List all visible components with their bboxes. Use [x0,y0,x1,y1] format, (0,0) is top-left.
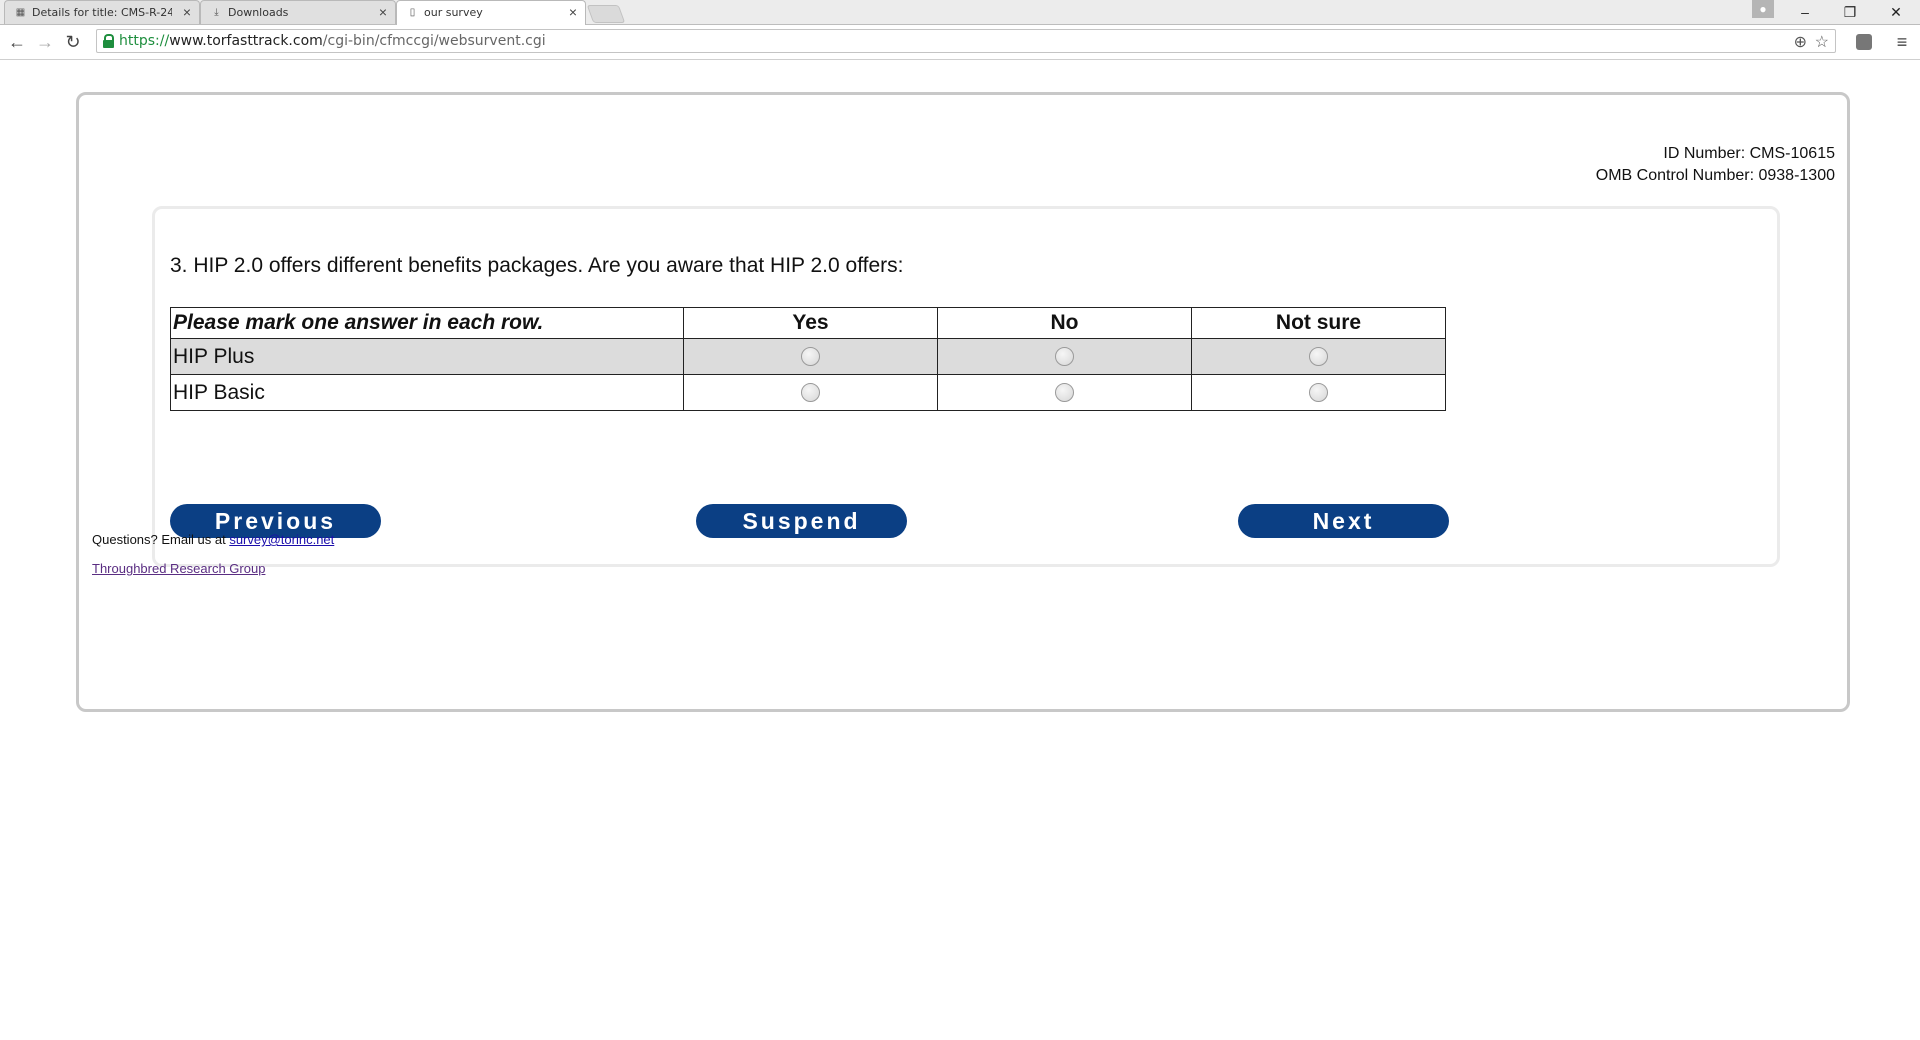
close-tab-icon[interactable]: × [379,4,387,20]
restore-icon[interactable]: ❐ [1830,0,1870,24]
close-tab-icon[interactable]: × [569,4,577,20]
question-panel: 3. HIP 2.0 offers different benefits pac… [152,206,1780,567]
forward-icon[interactable]: → [34,31,56,53]
omb-control-number: OMB Control Number: 0938-1300 [1595,167,1835,184]
form-id-block: ID Number: CMS-10615 OMB Control Number:… [1596,143,1835,187]
grid-header-row: Please mark one answer in each row. Yes … [170,307,1446,339]
radio-hip-plus-yes[interactable] [801,347,820,366]
row-label-hip-basic: HIP Basic [170,374,684,411]
url-text[interactable]: https://www.torfasttrack.com/cgi-bin/cfm… [119,33,546,49]
close-window-icon[interactable]: ✕ [1876,0,1916,24]
footer-questions: Questions? Email us at survey@torinc.net [92,532,334,547]
column-not-sure: Not sure [1191,307,1446,339]
tab-title: Downloads [228,6,289,19]
grid-instruction: Please mark one answer in each row. [170,307,684,339]
email-link[interactable]: survey@torinc.net [229,532,334,547]
table-row: HIP Basic [170,374,1446,411]
cms-favicon-icon: ▦ [15,7,26,18]
menu-icon[interactable]: ≡ [1891,31,1913,53]
radio-hip-plus-no[interactable] [1055,347,1074,366]
browser-toolbar: ← → ↻ https://www.torfasttrack.com/cgi-b… [0,25,1920,60]
radio-hip-plus-not-sure[interactable] [1309,347,1328,366]
column-yes: Yes [683,307,938,339]
survey-container: ID Number: CMS-10615 OMB Control Number:… [76,92,1850,712]
profile-icon[interactable]: ● [1752,0,1774,18]
radio-hip-basic-not-sure[interactable] [1309,383,1328,402]
minimize-icon[interactable]: – [1785,0,1825,24]
tab-title: our survey [424,6,483,19]
tab-cms-details[interactable]: ▦ Details for title: CMS-R-24 × [4,0,200,24]
download-icon: ⤓ [214,7,219,18]
org-link[interactable]: Throughbred Research Group [92,561,265,576]
radio-hip-basic-yes[interactable] [801,383,820,402]
tab-downloads[interactable]: ⤓ Downloads × [200,0,396,24]
suspend-button[interactable]: Suspend [696,504,907,538]
tab-our-survey[interactable]: ▯ our survey × [396,0,586,25]
radio-hip-basic-no[interactable] [1055,383,1074,402]
id-number: ID Number: CMS-10615 [1663,145,1835,162]
address-bar[interactable]: https://www.torfasttrack.com/cgi-bin/cfm… [96,29,1836,53]
back-icon[interactable]: ← [6,31,28,53]
zoom-icon[interactable]: ⊕ [1794,32,1807,52]
bookmark-star-icon[interactable]: ☆ [1815,32,1829,52]
new-tab-button[interactable] [586,5,626,23]
next-button[interactable]: Next [1238,504,1449,538]
answer-grid: Please mark one answer in each row. Yes … [170,307,1446,411]
footer-questions-text: Questions? Email us at [92,532,226,547]
tab-title: Details for title: CMS-R-24 [32,6,172,19]
reload-icon[interactable]: ↻ [62,31,84,53]
table-row: HIP Plus [170,338,1446,375]
page-icon: ▯ [409,7,416,18]
question-text: 3. HIP 2.0 offers different benefits pac… [170,254,904,277]
column-no: No [937,307,1192,339]
tab-strip: ▦ Details for title: CMS-R-24 × ⤓ Downlo… [0,0,1920,25]
row-label-hip-plus: HIP Plus [170,338,684,375]
extension-icon[interactable] [1856,34,1872,50]
close-tab-icon[interactable]: × [183,4,191,20]
lock-icon [103,34,114,48]
